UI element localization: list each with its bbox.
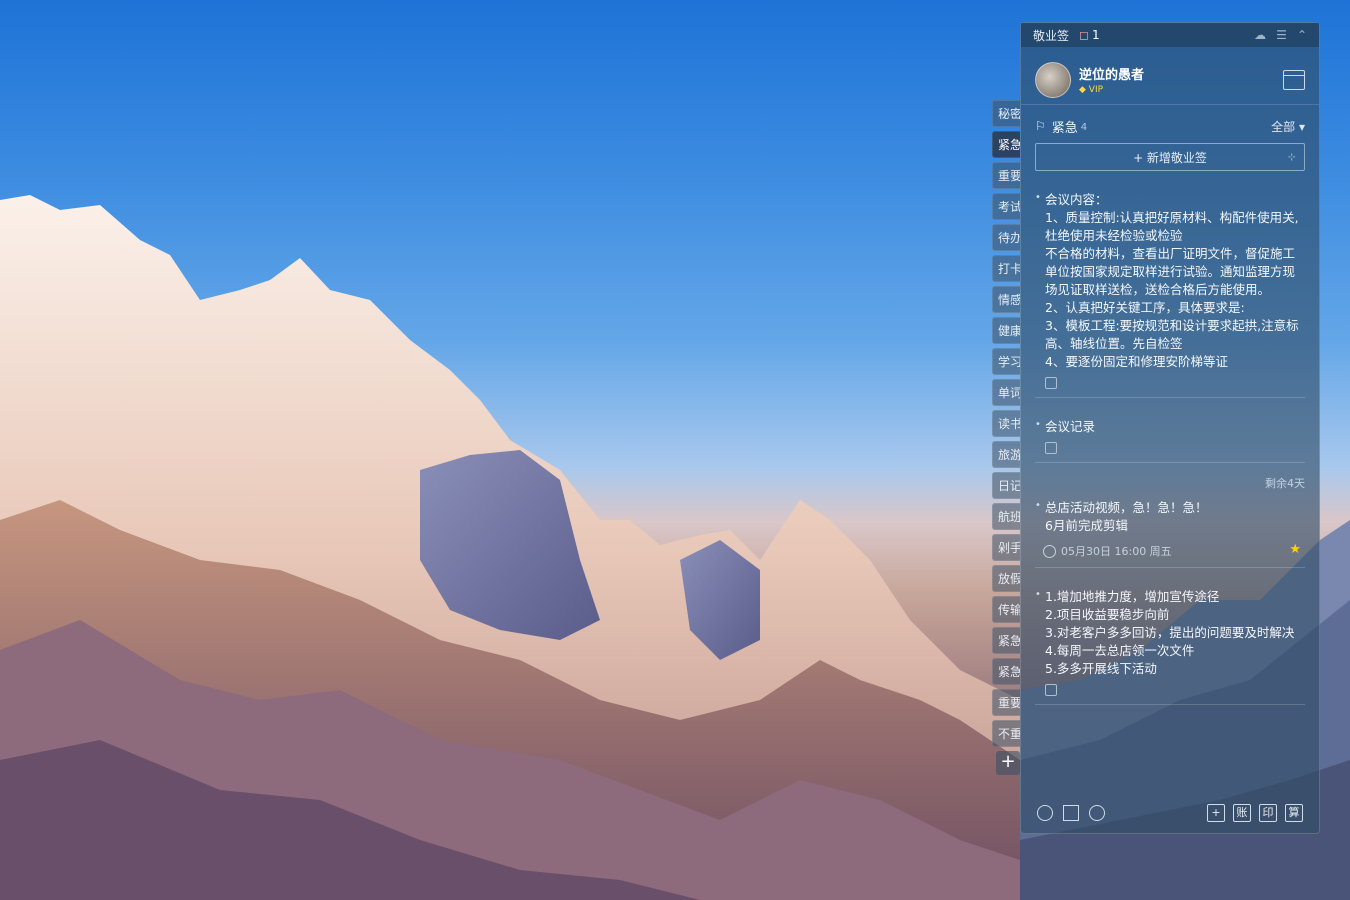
reminder-time: 05月30日 16:00 周五 — [1043, 543, 1305, 559]
note-line: 1.增加地推力度，增加宣传途径 — [1045, 589, 1220, 604]
category-tab-strip: 秘密 紧急 重要 考试 待办 打卡 情感 健康 学习 单词 读书 旅游 日记 航… — [992, 100, 1020, 775]
avatar[interactable] — [1035, 61, 1071, 98]
tab-important-2[interactable]: 重要 — [992, 689, 1020, 716]
tab-study[interactable]: 学习 — [992, 348, 1020, 375]
tab-travel[interactable]: 旅游 — [992, 441, 1020, 468]
remaining-days: 剩余4天 — [1265, 477, 1305, 490]
done-list-icon[interactable] — [1063, 805, 1079, 821]
tab-urgent-3[interactable]: 紧急 — [992, 658, 1020, 685]
ledger-button[interactable]: 账 — [1233, 804, 1251, 822]
tab-urgent-2[interactable]: 紧急 — [992, 627, 1020, 654]
note-line: 4、要逐份固定和修理安阶梯等证 — [1045, 354, 1228, 369]
add-tab-button[interactable]: + — [996, 751, 1020, 775]
note-line: 1、质量控制:认真把好原材料、构配件使用关,杜绝使用未经检验或检验 — [1045, 210, 1299, 243]
note-line: 6月前完成剪辑 — [1045, 518, 1128, 533]
reminder-time-text: 05月30日 16:00 周五 — [1061, 545, 1172, 558]
lock-icon[interactable] — [1045, 377, 1057, 389]
vip-badge: ◆ VIP — [1079, 85, 1104, 95]
filter-dropdown[interactable]: 全部 ▾ — [1271, 118, 1305, 135]
calendar-icon[interactable] — [1283, 69, 1305, 90]
tab-reading[interactable]: 读书 — [992, 410, 1020, 437]
note-line: 会议记录 — [1045, 419, 1096, 434]
note-item[interactable]: 会议记录 — [1035, 398, 1305, 463]
menu-icon[interactable]: ☰ — [1276, 28, 1287, 42]
note-line: 2、认真把好关键工序，具体要求是: — [1045, 300, 1245, 315]
note-line: 5.多多开展线下活动 — [1045, 661, 1157, 676]
tab-flight[interactable]: 航班 — [992, 503, 1020, 530]
note-body: 总店活动视频，急！急！急！ 6月前完成剪辑 — [1035, 497, 1305, 535]
cloud-sync-icon[interactable]: ☁ — [1254, 28, 1266, 42]
add-icon[interactable]: + — [1207, 804, 1225, 822]
note-list: 会议内容： 1、质量控制:认真把好原材料、构配件使用关,杜绝使用未经检验或检验 … — [1021, 171, 1319, 705]
tab-health[interactable]: 健康 — [992, 317, 1020, 344]
tab-exam[interactable]: 考试 — [992, 193, 1020, 220]
user-profile: 逆位的愚者 ◆ VIP — [1021, 55, 1319, 105]
category-name: 紧急 — [1051, 120, 1078, 136]
collapse-icon[interactable]: ⌃ — [1297, 28, 1307, 42]
note-line: 3.对老客户多多回访，提出的问题要及时解决 — [1045, 625, 1295, 640]
title-bar: 敬业签 ◻ 1 ☁ ☰ ⌃ — [1021, 23, 1319, 47]
note-item[interactable]: 1.增加地推力度，增加宣传途径 2.项目收益要稳步向前 3.对老客户多多回访，提… — [1035, 568, 1305, 705]
tab-words[interactable]: 单词 — [992, 379, 1020, 406]
note-body: 1.增加地推力度，增加宣传途径 2.项目收益要稳步向前 3.对老客户多多回访，提… — [1035, 586, 1305, 678]
add-note-label: + 新增敬业签 — [1133, 150, 1207, 165]
note-line: 4.每周一去总店领一次文件 — [1045, 643, 1195, 658]
tab-checkin[interactable]: 打卡 — [992, 255, 1020, 282]
tab-emotion[interactable]: 情感 — [992, 286, 1020, 313]
note-line: 总店活动视频，急！急！急！ — [1045, 500, 1208, 515]
calculator-button[interactable]: 算 — [1285, 804, 1303, 822]
add-note-button[interactable]: + 新增敬业签 ⊹ — [1035, 143, 1305, 171]
vip-label: VIP — [1088, 85, 1104, 95]
tab-transfer[interactable]: 传输 — [992, 596, 1020, 623]
category-count: 4 — [1080, 122, 1088, 133]
history-icon[interactable] — [1037, 805, 1053, 821]
sticky-notes-panel: 敬业签 ◻ 1 ☁ ☰ ⌃ 逆位的愚者 ◆ VIP ⚐ 紧急 4 全部 ▾ + … — [1020, 22, 1320, 834]
tab-todo[interactable]: 待办 — [992, 224, 1020, 251]
note-line: 会议内容： — [1045, 192, 1108, 207]
clock-icon — [1043, 544, 1056, 558]
note-line: 3、模板工程:要按规范和设计要求起拱,注意标高、轴线位置。先自检签 — [1045, 318, 1299, 351]
bottom-toolbar: + 账 印 算 — [1021, 793, 1319, 833]
pin-icon[interactable]: ⊹ — [1288, 152, 1296, 163]
app-title: 敬业签 — [1033, 28, 1070, 43]
user-name[interactable]: 逆位的愚者 — [1079, 64, 1144, 83]
note-body: 会议内容： 1、质量控制:认真把好原材料、构配件使用关,杜绝使用未经检验或检验 … — [1035, 191, 1305, 371]
bell-icon[interactable]: ◻ — [1079, 28, 1089, 42]
tab-important[interactable]: 重要 — [992, 162, 1020, 189]
tab-diary[interactable]: 日记 — [992, 472, 1020, 499]
tab-secret[interactable]: 秘密 — [992, 100, 1020, 127]
note-line: 不合格的材料，查看出厂证明文件，督促施工单位按国家规定取样进行试验。通知监理方现… — [1045, 246, 1296, 297]
tab-shopping[interactable]: 剁手 — [992, 534, 1020, 561]
lock-icon[interactable] — [1045, 684, 1057, 696]
note-item[interactable]: 剩余4天 总店活动视频，急！急！急！ 6月前完成剪辑 05月30日 16:00 … — [1035, 463, 1305, 568]
category-header: ⚐ 紧急 4 全部 ▾ — [1021, 109, 1319, 143]
tab-not-important[interactable]: 不重 — [992, 720, 1020, 747]
filter-label: 全部 — [1271, 119, 1296, 134]
print-button[interactable]: 印 — [1259, 804, 1277, 822]
notification-count: 1 — [1091, 28, 1100, 42]
tab-holiday[interactable]: 放假 — [992, 565, 1020, 592]
tab-urgent[interactable]: 紧急 — [992, 131, 1020, 158]
note-line: 2.项目收益要稳步向前 — [1045, 607, 1170, 622]
search-icon[interactable] — [1089, 805, 1105, 821]
bookmark-icon: ⚐ — [1035, 119, 1046, 133]
star-icon[interactable]: ★ — [1289, 542, 1301, 557]
note-body: 会议记录 — [1035, 416, 1305, 436]
note-item[interactable]: 会议内容： 1、质量控制:认真把好原材料、构配件使用关,杜绝使用未经检验或检验 … — [1035, 171, 1305, 398]
lock-icon[interactable] — [1045, 442, 1057, 454]
